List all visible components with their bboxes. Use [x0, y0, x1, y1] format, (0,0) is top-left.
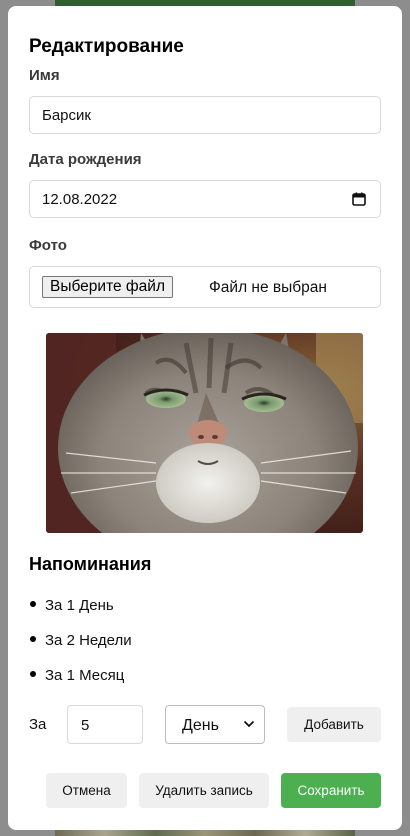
reminder-unit-value: День: [182, 717, 219, 734]
name-input-value: Барсик: [42, 107, 91, 124]
reminder-amount-value: 5: [81, 717, 90, 734]
modal-title: Редактирование: [29, 36, 184, 57]
photo-file-input[interactable]: Выберите файл Файл не выбран: [29, 266, 381, 308]
calendar-icon[interactable]: [352, 192, 366, 206]
pet-photo: [46, 333, 363, 533]
reminder-prefix-label: За: [29, 716, 47, 733]
reminder-unit-select[interactable]: День: [165, 705, 265, 744]
chevron-down-icon: [243, 720, 255, 728]
photo-label: Фото: [29, 237, 67, 254]
delete-record-button[interactable]: Удалить запись: [139, 773, 269, 808]
choose-file-button[interactable]: Выберите файл: [42, 276, 174, 298]
birthdate-input[interactable]: 12.08.2022: [29, 180, 381, 218]
name-label: Имя: [29, 67, 60, 84]
reminder-item-label: За 1 День: [45, 597, 114, 614]
birthdate-label: Дата рождения: [29, 151, 142, 168]
cancel-button[interactable]: Отмена: [46, 773, 127, 808]
birthdate-input-value: 12.08.2022: [42, 191, 118, 208]
save-button[interactable]: Сохранить: [281, 773, 381, 808]
add-reminder-button[interactable]: Добавить: [287, 707, 381, 742]
edit-modal: Редактирование Имя Барсик Дата рождения …: [8, 6, 402, 830]
file-status-text: Файл не выбран: [209, 279, 327, 296]
reminder-item: За 1 День: [30, 597, 114, 614]
reminder-item-label: За 2 Недели: [45, 632, 132, 649]
reminder-amount-input[interactable]: 5: [67, 705, 143, 744]
reminder-item-label: За 1 Месяц: [45, 667, 125, 684]
background-content-strip: [55, 830, 355, 836]
reminders-heading: Напоминания: [29, 554, 152, 574]
name-input[interactable]: Барсик: [29, 96, 381, 134]
bullet-icon: [30, 601, 36, 608]
bullet-icon: [30, 671, 36, 678]
reminder-item: За 1 Месяц: [30, 667, 124, 684]
bullet-icon: [30, 636, 36, 643]
reminder-item: За 2 Недели: [30, 632, 132, 649]
